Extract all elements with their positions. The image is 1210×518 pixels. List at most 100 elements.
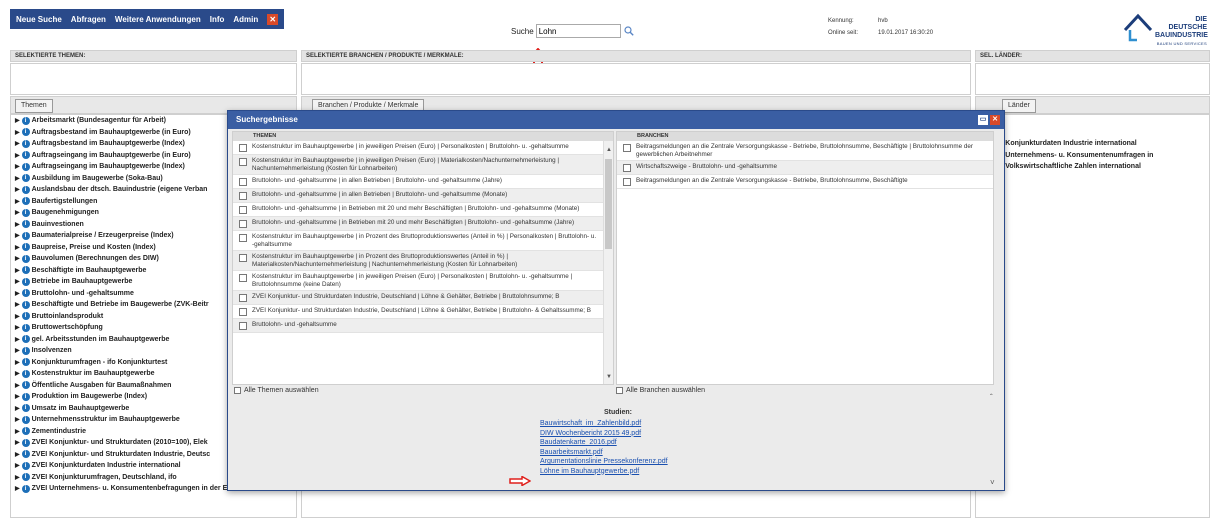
expand-arrow-icon[interactable]: ▶ [15,359,20,366]
result-checkbox[interactable] [239,322,247,330]
dialog-titlebar[interactable]: Suchergebnisse ▭ ✕ [228,111,1004,129]
expand-arrow-icon[interactable]: ▶ [15,290,20,297]
themen-result-item[interactable]: Kostenstruktur im Bauhauptgewerbe | in P… [233,231,613,251]
info-icon[interactable]: i [21,197,30,206]
info-icon[interactable]: i [21,484,30,493]
result-checkbox[interactable] [623,164,631,172]
info-icon[interactable]: i [21,473,30,482]
result-checkbox[interactable] [239,294,247,302]
branchen-result-item[interactable]: Wirtschaftszweige - Bruttolohn- und -geh… [617,161,993,175]
logout-close-icon[interactable]: ✕ [267,13,279,25]
info-icon[interactable]: i [21,358,30,367]
expand-arrow-icon[interactable]: ▶ [15,209,20,216]
result-checkbox[interactable] [239,158,247,166]
themen-result-item[interactable]: Bruttolohn- und -gehaltsumme | in allen … [233,189,613,203]
info-icon[interactable]: i [21,220,30,229]
dialog-scrollbar[interactable]: ˆ ˅ [990,393,1000,487]
expand-arrow-icon[interactable]: ▶ [15,324,20,331]
result-checkbox[interactable] [239,220,247,228]
result-checkbox[interactable] [623,144,631,152]
info-icon[interactable]: i [21,116,30,125]
studie-pdf-link[interactable]: Argumentationslinie Pressekonferenz.pdf [518,457,718,467]
expand-arrow-icon[interactable]: ▶ [15,163,20,170]
info-icon[interactable]: i [21,323,30,332]
themen-result-item[interactable]: Kostenstruktur im Bauhauptgewerbe | in j… [233,155,613,175]
branchen-result-item[interactable]: Beitragsmeldungen an die Zentrale Versor… [617,141,993,161]
expand-arrow-icon[interactable]: ▶ [15,313,20,320]
expand-arrow-icon[interactable]: ▶ [15,439,20,446]
laender-button[interactable]: Länder [1002,99,1036,113]
result-checkbox[interactable] [239,144,247,152]
expand-arrow-icon[interactable]: ▶ [15,474,20,481]
expand-arrow-icon[interactable]: ▶ [15,462,20,469]
expand-arrow-icon[interactable]: ▶ [15,175,20,182]
menu-admin[interactable]: Admin [233,15,258,24]
result-checkbox[interactable] [239,206,247,214]
scroll-down-icon[interactable]: ▼ [604,374,613,382]
expand-arrow-icon[interactable]: ▶ [15,152,20,159]
expand-arrow-icon[interactable]: ▶ [15,428,20,435]
themen-result-item[interactable]: ZVEI Konjunktur- und Strukturdaten Indus… [233,291,613,305]
themen-result-item[interactable]: ZVEI Konjunktur- und Strukturdaten Indus… [233,305,613,319]
themen-result-item[interactable]: Bruttolohn- und -gehaltsumme | in allen … [233,175,613,189]
info-icon[interactable]: i [21,289,30,298]
expand-arrow-icon[interactable]: ▶ [15,232,20,239]
branchen-result-item[interactable]: Beitragsmeldungen an die Zentrale Versor… [617,175,993,189]
menu-neue-suche[interactable]: Neue Suche [16,15,62,24]
expand-arrow-icon[interactable]: ▶ [15,347,20,354]
themen-result-item[interactable]: Bruttolohn- und -gehaltsumme | in Betrie… [233,203,613,217]
info-icon[interactable]: i [21,231,30,240]
minimize-icon[interactable]: ▭ [978,115,988,125]
land-item[interactable]: Länder Volkswirtschaftliche Zahlen inter… [976,161,1209,173]
info-icon[interactable]: i [21,312,30,321]
info-icon[interactable]: i [21,151,30,160]
select-all-themen[interactable]: Alle Themen auswählen [234,387,319,394]
land-item[interactable]: Land [976,127,1209,139]
info-icon[interactable]: i [21,266,30,275]
info-icon[interactable]: i [21,300,30,309]
expand-arrow-icon[interactable]: ▶ [15,382,20,389]
expand-arrow-icon[interactable]: ▶ [15,117,20,124]
info-icon[interactable]: i [21,438,30,447]
info-icon[interactable]: i [21,254,30,263]
expand-arrow-icon[interactable]: ▶ [15,370,20,377]
scroll-up-icon[interactable]: ▲ [604,147,613,155]
result-checkbox[interactable] [239,234,247,242]
info-icon[interactable]: i [21,369,30,378]
info-icon[interactable]: i [21,427,30,436]
menu-weitere-anwendungen[interactable]: Weitere Anwendungen [115,15,201,24]
studie-pdf-link[interactable]: Bauwirtschaft_im_Zahlenbild.pdf [518,419,718,429]
result-checkbox[interactable] [239,254,247,262]
info-icon[interactable]: i [21,335,30,344]
select-all-branchen[interactable]: Alle Branchen auswählen [616,387,705,394]
expand-arrow-icon[interactable]: ▶ [15,451,20,458]
info-icon[interactable]: i [21,128,30,137]
magnifier-icon[interactable] [624,26,634,36]
expand-arrow-icon[interactable]: ▶ [15,485,20,492]
expand-arrow-icon[interactable]: ▶ [15,278,20,285]
studie-pdf-link[interactable]: Baudatenkarte_2016.pdf [518,438,718,448]
result-checkbox[interactable] [239,274,247,282]
themen-result-item[interactable]: Bruttolohn- und -gehaltsumme | in Betrie… [233,217,613,231]
land-item[interactable]: Länder Unternehmens- u. Konsumentenumfra… [976,150,1209,162]
expand-arrow-icon[interactable]: ▶ [15,198,20,205]
expand-arrow-icon[interactable]: ▶ [15,186,20,193]
info-icon[interactable]: i [21,139,30,148]
expand-arrow-icon[interactable]: ▶ [15,405,20,412]
themen-result-item[interactable]: Kostenstruktur im Bauhauptgewerbe | in P… [233,251,613,271]
expand-arrow-icon[interactable]: ▶ [15,129,20,136]
info-icon[interactable]: i [21,277,30,286]
result-checkbox[interactable] [239,178,247,186]
info-icon[interactable]: i [21,174,30,183]
info-icon[interactable]: i [21,208,30,217]
expand-arrow-icon[interactable]: ▶ [15,336,20,343]
themen-scrollbar[interactable]: ▲ ▼ [603,141,613,384]
expand-arrow-icon[interactable]: ▶ [15,301,20,308]
menu-info[interactable]: Info [210,15,225,24]
search-input[interactable] [535,24,621,38]
dialog-scroll-down-icon[interactable]: ˅ [990,478,995,487]
themen-result-item[interactable]: Bruttolohn- und -gehaltsumme [233,319,613,333]
themen-result-item[interactable]: Kostenstruktur im Bauhauptgewerbe | in j… [233,141,613,155]
result-checkbox[interactable] [239,308,247,316]
info-icon[interactable]: i [21,450,30,459]
